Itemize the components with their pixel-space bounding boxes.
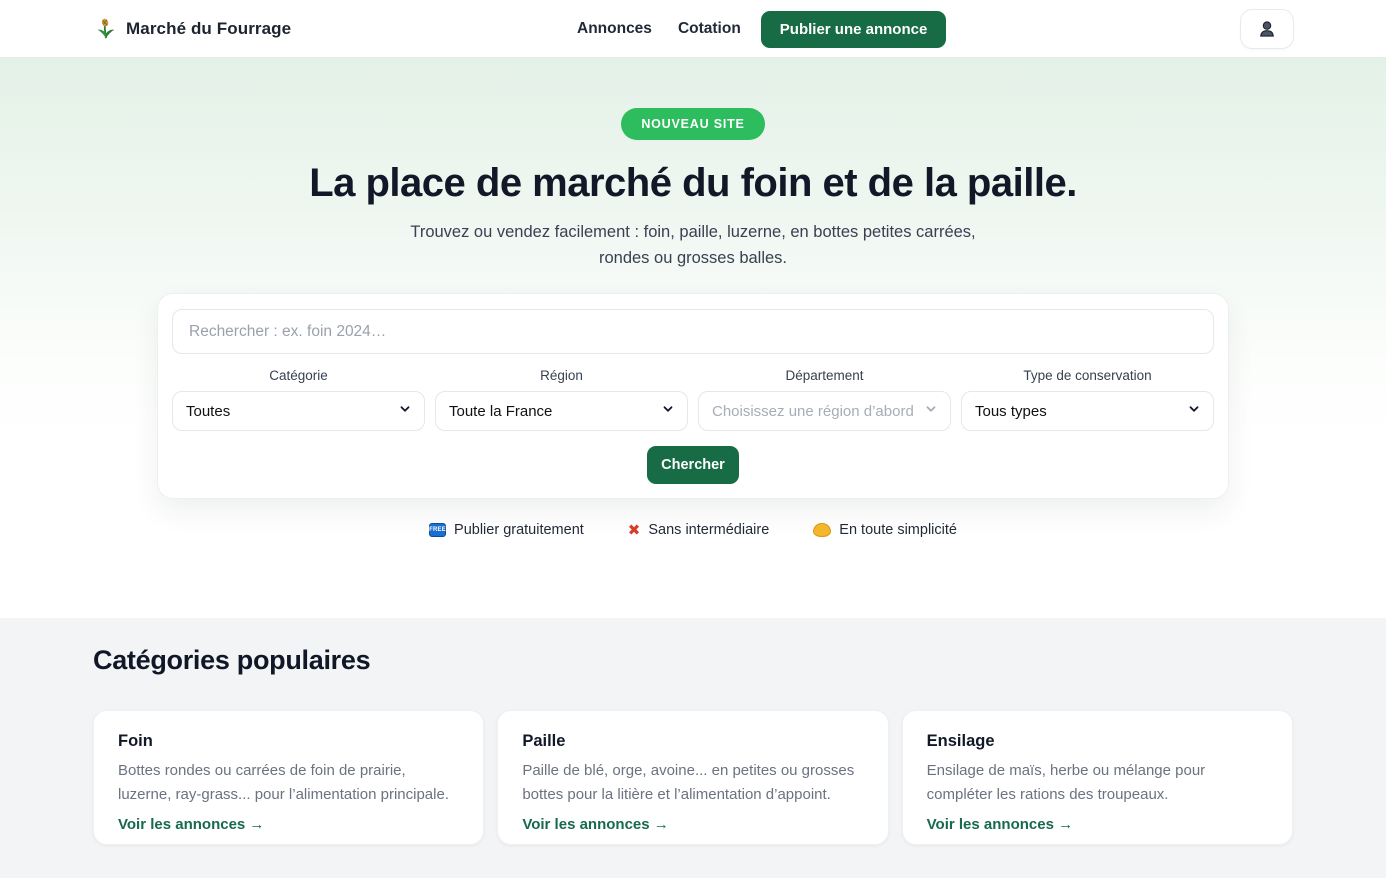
search-input[interactable] [172,309,1214,354]
hero-subtitle-line1: Trouvez ou vendez facilement : foin, pai… [410,223,975,241]
search-submit-button[interactable]: Chercher [647,446,739,484]
free-badge-icon: FREE [429,523,446,537]
nav-link-annonces[interactable]: Annonces [577,20,652,38]
category-select[interactable]: Toutes [172,391,425,431]
hero-subtitle: Trouvez ou vendez facilement : foin, pai… [410,219,975,271]
category-card-foin: Foin Bottes rondes ou carrées de foin de… [93,710,484,845]
filter-category-label: Catégorie [172,368,425,383]
category-cards: Foin Bottes rondes ou carrées de foin de… [93,710,1293,845]
header: Marché du Fourrage Annonces Cotation Pub… [0,0,1386,58]
filter-departement: Département Choisissez une région d’abor… [698,368,951,431]
feature-simplicity: En toute simplicité [813,522,957,538]
departement-select-value: Choisissez une région d’abord [712,403,925,420]
brand-name: Marché du Fourrage [126,19,291,39]
feature-simplicity-label: En toute simplicité [839,522,957,538]
wheat-sheaf-icon [95,18,117,40]
chevron-down-icon [662,402,674,420]
feature-free: FREE Publier gratuitement [429,522,584,538]
category-select-value: Toutes [186,403,399,420]
new-site-badge: NOUVEAU SITE [621,108,764,140]
person-bust-icon [1257,19,1277,39]
filter-departement-label: Département [698,368,951,383]
search-card: Catégorie Toutes Région Toute la France [157,293,1229,499]
publish-announcement-button[interactable]: Publier une annonce [761,11,947,48]
categories-heading: Catégories populaires [93,645,1293,676]
chevron-down-icon [925,402,937,420]
card-title: Paille [522,732,863,751]
nav-link-cotation[interactable]: Cotation [678,20,741,38]
conservation-select-value: Tous types [975,403,1188,420]
chevron-down-icon [1188,402,1200,420]
filter-conservation-label: Type de conservation [961,368,1214,383]
category-card-ensilage: Ensilage Ensilage de maïs, herbe ou méla… [902,710,1293,845]
card-title: Foin [118,732,459,751]
see-listings-link[interactable]: Voir les annonces → [522,816,668,833]
category-card-paille: Paille Paille de blé, orge, avoine... en… [497,710,888,845]
hero-title: La place de marché du foin et de la pail… [309,161,1077,206]
popular-categories-section: Catégories populaires Foin Bottes rondes… [0,618,1386,878]
features-row: FREE Publier gratuitement ✖ Sans intermé… [429,522,957,538]
hero-subtitle-line2: rondes ou grosses balles. [599,249,787,267]
brand[interactable]: Marché du Fourrage [95,0,291,58]
account-button[interactable] [1240,9,1294,49]
conservation-select[interactable]: Tous types [961,391,1214,431]
handshake-icon [813,523,831,537]
main-nav: Annonces Cotation Publier une annonce [577,0,946,58]
card-description: Paille de blé, orge, avoine... en petite… [522,759,863,807]
filter-conservation: Type de conservation Tous types [961,368,1214,431]
filter-category: Catégorie Toutes [172,368,425,431]
card-title: Ensilage [927,732,1268,751]
hero-section: NOUVEAU SITE La place de marché du foin … [0,58,1386,618]
cross-mark-icon: ✖ [628,523,641,538]
feature-free-label: Publier gratuitement [454,522,584,538]
region-select[interactable]: Toute la France [435,391,688,431]
card-description: Bottes rondes ou carrées de foin de prai… [118,759,459,807]
filter-region-label: Région [435,368,688,383]
feature-no-middleman: ✖ Sans intermédiaire [628,522,769,538]
see-listings-link[interactable]: Voir les annonces → [927,816,1073,833]
feature-no-middleman-label: Sans intermédiaire [648,522,769,538]
see-listings-link[interactable]: Voir les annonces → [118,816,264,833]
departement-select: Choisissez une région d’abord [698,391,951,431]
card-description: Ensilage de maïs, herbe ou mélange pour … [927,759,1268,807]
chevron-down-icon [399,402,411,420]
region-select-value: Toute la France [449,403,662,420]
search-filters: Catégorie Toutes Région Toute la France [172,368,1214,431]
filter-region: Région Toute la France [435,368,688,431]
